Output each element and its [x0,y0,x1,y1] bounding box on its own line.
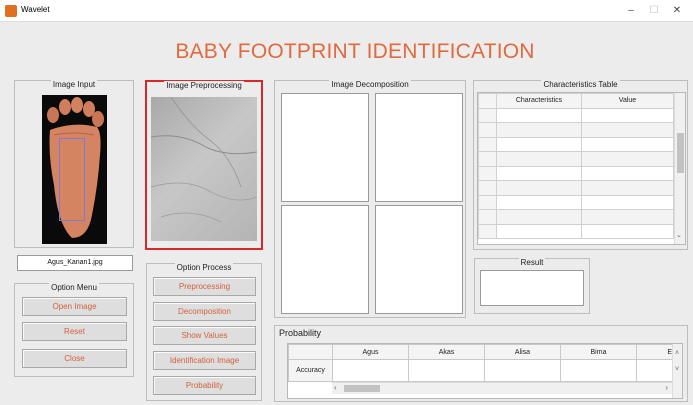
probability-table[interactable]: Agus Akas Alisa Bima E Accuracy ‹ › ˄ ˅ [287,343,683,399]
row-header-accuracy: Accuracy [288,359,333,382]
maximize-button[interactable]: ☐ [645,3,663,19]
table-row[interactable]: Accuracy [288,359,673,382]
app-title: BABY FOOTPRINT IDENTIFICATION [175,40,535,63]
characteristics-table-panel: Characteristics Table Characteristics Va… [473,80,688,250]
probability-horizontal-scrollbar[interactable]: ‹ › [332,382,672,394]
characteristics-table-title: Characteristics Table [541,80,620,89]
table-header-row: Characteristics Value [478,93,674,109]
roi-selection-box[interactable] [59,138,85,221]
table-row[interactable] [478,151,674,167]
row-header-corner [288,344,333,360]
column-header-e[interactable]: E [636,344,673,360]
table-row[interactable] [478,107,674,123]
window-titlebar: Wavelet – ☐ ✕ [0,0,693,22]
matlab-icon [5,5,17,17]
image-input-panel: Image Input Agus_Kanan1.jpg [14,80,134,271]
probability-vertical-scrollbar[interactable]: ˄ ˅ [672,344,682,398]
table-row[interactable] [478,223,674,239]
table-row[interactable] [478,136,674,152]
chevron-down-icon[interactable]: ˅ [675,366,679,373]
result-panel: Result [474,258,590,314]
input-image [42,95,107,244]
characteristics-vertical-scrollbar[interactable]: ⌄ [674,93,685,244]
show-values-button[interactable]: Show Values [153,326,256,345]
table-row[interactable] [478,180,674,196]
skin-texture [150,96,258,223]
image-decomposition-panel: Image Decomposition [274,80,466,318]
table-row[interactable] [478,209,674,225]
image-preprocessing-title: Image Preprocessing [164,81,244,90]
chevron-down-icon[interactable]: ⌄ [676,231,682,239]
decomposition-image-lh [375,93,463,202]
decomposition-image-ll [281,93,369,202]
column-header-alisa[interactable]: Alisa [484,344,561,360]
probability-button[interactable]: Probability [153,376,256,395]
row-header-corner [478,93,497,109]
option-process-title: Option Process [174,263,234,272]
characteristics-table[interactable]: Characteristics Value ⌄ [477,92,686,245]
column-header-agus[interactable]: Agus [332,344,409,360]
image-decomposition-title: Image Decomposition [329,80,411,89]
chevron-up-icon[interactable]: ˄ [675,350,679,357]
chevron-right-icon[interactable]: › [665,383,668,392]
result-field [480,270,584,306]
scrollbar-thumb[interactable] [677,133,684,173]
option-process-panel: Option Process Preprocessing Decompositi… [146,263,262,401]
image-preprocessing-panel: Image Preprocessing [145,80,263,250]
open-image-button[interactable]: Open Image [22,297,127,316]
minimize-button[interactable]: – [622,3,640,19]
table-row[interactable] [478,122,674,138]
window-title: Wavelet [21,5,50,14]
scrollbar-thumb[interactable] [344,385,380,392]
preprocessing-button[interactable]: Preprocessing [153,277,256,296]
image-input-title: Image Input [50,80,98,89]
probability-panel: Probability Agus Akas Alisa Bima E Accur… [274,325,688,402]
probability-title: Probability [279,328,322,338]
column-header-akas[interactable]: Akas [408,344,485,360]
option-menu-title: Option Menu [49,283,99,292]
column-header-characteristics[interactable]: Characteristics [496,93,582,109]
option-menu-panel: Option Menu Open Image Reset Close [14,283,134,377]
table-header-row: Agus Akas Alisa Bima E [288,344,673,360]
table-row[interactable] [478,194,674,210]
filename-field: Agus_Kanan1.jpg [17,255,133,271]
close-button[interactable]: Close [22,349,127,368]
decomposition-image-hl [281,205,369,314]
column-header-bima[interactable]: Bima [560,344,637,360]
result-title: Result [518,258,546,267]
table-row[interactable] [478,165,674,181]
chevron-left-icon[interactable]: ‹ [334,383,337,392]
decomposition-image-hh [375,205,463,314]
decomposition-button[interactable]: Decomposition [153,302,256,321]
preprocessed-image [150,96,258,241]
identification-image-button[interactable]: Identification Image [153,351,256,370]
column-header-value[interactable]: Value [581,93,674,109]
reset-button[interactable]: Reset [22,322,127,341]
close-window-button[interactable]: ✕ [668,3,686,19]
